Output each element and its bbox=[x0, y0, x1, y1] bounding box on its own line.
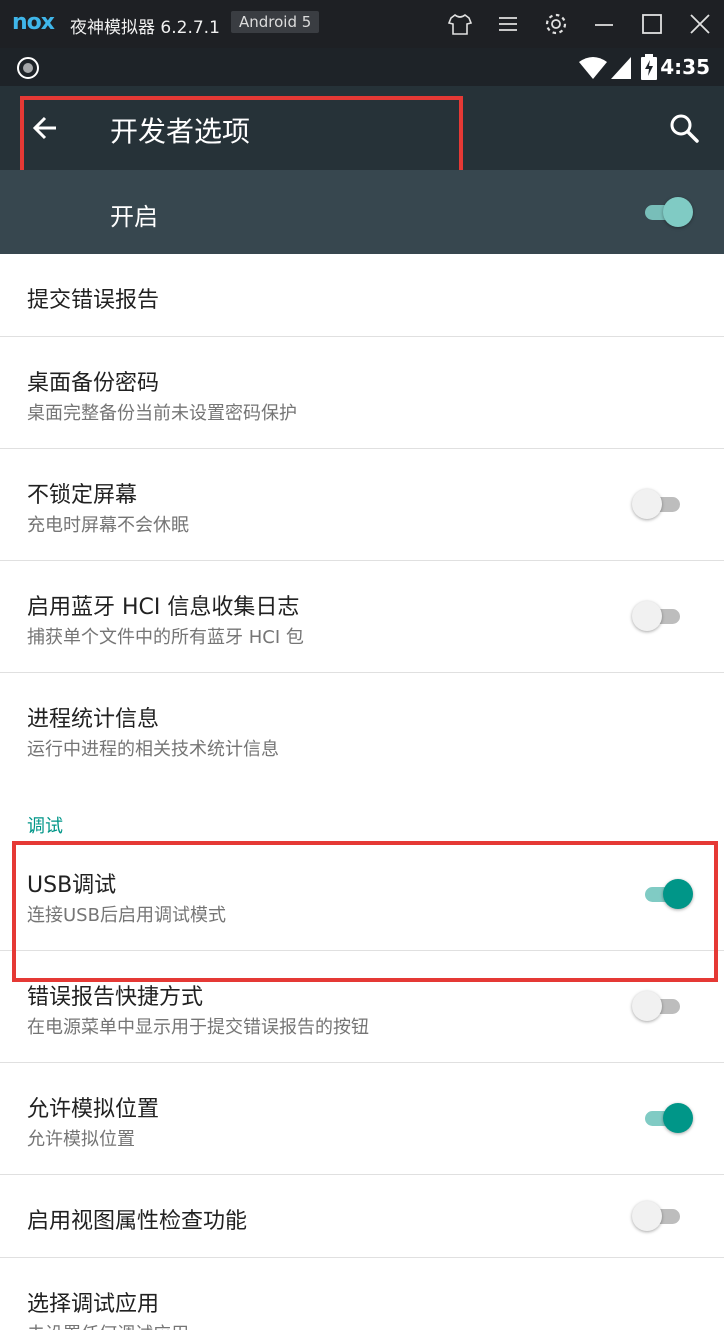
setting-title: 启用蓝牙 HCI 信息收集日志 bbox=[27, 595, 300, 620]
setting-title: 桌面备份密码 bbox=[27, 371, 160, 396]
usb-debugging-highlight-box bbox=[12, 841, 718, 982]
emulator-titlebar: nox 夜神模拟器 6.2.7.1 Android 5 bbox=[0, 0, 724, 48]
setting-desktop-backup-password[interactable]: 桌面备份密码 桌面完整备份当前未设置密码保护 bbox=[0, 337, 724, 449]
battery-charging-icon bbox=[640, 54, 658, 84]
android-version-badge: Android 5 bbox=[231, 11, 320, 33]
close-icon[interactable] bbox=[686, 10, 714, 38]
signal-icon bbox=[610, 56, 632, 84]
setting-select-debug-app[interactable]: 选择调试应用 未设置任何调试应用 bbox=[0, 1258, 724, 1330]
setting-subtitle: 捕获单个文件中的所有蓝牙 HCI 包 bbox=[27, 627, 304, 648]
setting-title: 提交错误报告 bbox=[27, 288, 160, 313]
wifi-icon bbox=[578, 56, 608, 84]
search-icon[interactable] bbox=[666, 110, 704, 148]
setting-bluetooth-hci-log[interactable]: 启用蓝牙 HCI 信息收集日志 捕获单个文件中的所有蓝牙 HCI 包 bbox=[0, 561, 724, 673]
nox-logo: nox bbox=[12, 10, 55, 35]
setting-stay-awake[interactable]: 不锁定屏幕 充电时屏幕不会休眠 bbox=[0, 449, 724, 561]
setting-process-stats[interactable]: 进程统计信息 运行中进程的相关技术统计信息 bbox=[0, 673, 724, 785]
setting-view-attribute-inspection[interactable]: 启用视图属性检查功能 bbox=[0, 1175, 724, 1258]
emulator-title: 夜神模拟器 6.2.7.1 bbox=[70, 18, 220, 38]
menu-icon[interactable] bbox=[494, 10, 522, 38]
setting-allow-mock-locations[interactable]: 允许模拟位置 允许模拟位置 bbox=[0, 1063, 724, 1175]
master-switch-label: 开启 bbox=[110, 203, 158, 231]
title-highlight-box bbox=[20, 96, 463, 179]
settings-list: 提交错误报告 桌面备份密码 桌面完整备份当前未设置密码保护 不锁定屏幕 充电时屏… bbox=[0, 254, 724, 1330]
bug-report-shortcut-toggle[interactable] bbox=[632, 991, 684, 1021]
setting-subtitle: 在电源菜单中显示用于提交错误报告的按钮 bbox=[27, 1017, 369, 1038]
setting-title: 启用视图属性检查功能 bbox=[27, 1209, 248, 1234]
master-toggle[interactable] bbox=[641, 197, 693, 227]
master-switch-bar[interactable]: 开启 bbox=[0, 170, 724, 254]
bluetooth-hci-log-toggle[interactable] bbox=[632, 601, 684, 631]
nox-notification-icon bbox=[16, 56, 40, 84]
setting-title: 进程统计信息 bbox=[27, 707, 160, 732]
section-header-debugging: 调试 bbox=[27, 816, 63, 837]
stay-awake-toggle[interactable] bbox=[632, 489, 684, 519]
setting-title: 不锁定屏幕 bbox=[27, 483, 138, 508]
setting-subtitle: 桌面完整备份当前未设置密码保护 bbox=[27, 403, 297, 424]
setting-subtitle: 运行中进程的相关技术统计信息 bbox=[27, 739, 279, 760]
shirt-icon[interactable] bbox=[446, 10, 474, 38]
setting-title: 选择调试应用 bbox=[27, 1292, 160, 1317]
setting-subtitle: 未设置任何调试应用 bbox=[27, 1320, 189, 1330]
setting-title: 允许模拟位置 bbox=[27, 1097, 160, 1122]
setting-subtitle: 允许模拟位置 bbox=[27, 1129, 135, 1150]
gear-icon[interactable] bbox=[542, 10, 570, 38]
clock: 4:35 bbox=[660, 55, 710, 79]
setting-take-bug-report[interactable]: 提交错误报告 bbox=[0, 254, 724, 337]
setting-subtitle: 充电时屏幕不会休眠 bbox=[27, 515, 189, 536]
mock-locations-toggle[interactable] bbox=[641, 1103, 693, 1133]
setting-title: 错误报告快捷方式 bbox=[27, 985, 204, 1010]
minimize-icon[interactable] bbox=[590, 10, 618, 38]
status-bar: 4:35 bbox=[0, 48, 724, 86]
maximize-icon[interactable] bbox=[638, 10, 666, 38]
view-attribute-inspection-toggle[interactable] bbox=[632, 1201, 684, 1231]
